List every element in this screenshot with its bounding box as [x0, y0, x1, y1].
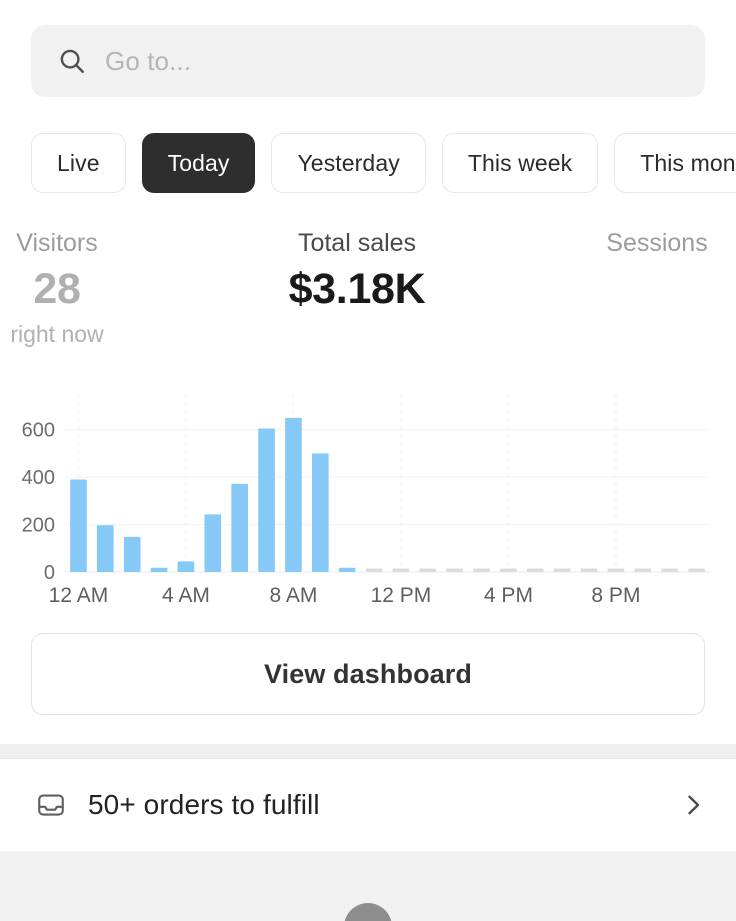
view-dashboard-button[interactable]: View dashboard	[31, 633, 705, 715]
metric-label-visitors: Visitors	[0, 226, 207, 260]
y-axis-tick-label: 600	[22, 420, 55, 442]
chart-bar	[393, 569, 410, 573]
section-divider-band	[0, 744, 736, 759]
chart-bar	[366, 569, 383, 573]
x-axis-tick-label: 12 AM	[49, 584, 109, 607]
metric-label-total-sales: Total sales	[207, 226, 507, 260]
metric-sub-visitors: right now	[0, 318, 207, 350]
chip-this-week-label: This week	[468, 150, 572, 177]
chart-bar	[473, 569, 490, 573]
search-placeholder: Go to...	[105, 46, 191, 77]
chart-bar	[204, 514, 221, 572]
chart-bar	[608, 569, 625, 573]
chart-bar	[634, 569, 651, 573]
chip-today[interactable]: Today	[142, 133, 256, 193]
chip-live-label: Live	[57, 150, 100, 177]
chart-bar	[419, 569, 436, 573]
chart-bar	[527, 569, 544, 573]
chart-bar	[581, 569, 598, 573]
chip-this-month[interactable]: This month	[614, 133, 736, 193]
chart-bar	[312, 453, 329, 572]
view-dashboard-label: View dashboard	[264, 659, 472, 690]
chart-bar	[124, 537, 141, 572]
chart-bar	[231, 484, 248, 572]
metrics-carousel[interactable]: Visitors 28 right now Total sales $3.18K…	[0, 218, 736, 368]
chart-bar	[661, 569, 678, 573]
metric-value-total-sales: $3.18K	[207, 260, 507, 318]
chart-bar	[554, 569, 571, 573]
x-axis-tick-label: 8 AM	[270, 584, 318, 607]
metric-value-visitors: 28	[0, 260, 207, 318]
search-icon	[57, 46, 87, 76]
chevron-right-icon[interactable]	[680, 792, 706, 818]
y-axis-tick-label: 400	[22, 467, 55, 489]
y-axis-tick-label: 0	[44, 562, 55, 584]
metric-card-total-sales[interactable]: Total sales $3.18K	[207, 218, 507, 318]
home-screen: Go to... Live Today Yesterday This week …	[0, 0, 736, 921]
chart-bar	[258, 429, 275, 572]
chart-bar	[500, 569, 517, 573]
chart-bar	[339, 568, 356, 572]
chart-bar	[688, 569, 705, 573]
chip-today-label: Today	[168, 150, 230, 177]
chart-canvas: 0 200 400 600 12 AM 4 AM 8 AM 12 PM 4 PM 8 PM	[0, 388, 736, 608]
chart-bar	[446, 569, 463, 573]
chart-bar	[285, 418, 302, 572]
search-input[interactable]: Go to...	[31, 25, 705, 97]
orders-to-fulfill-label: 50+ orders to fulfill	[88, 789, 680, 821]
chart-bar	[70, 480, 87, 572]
chart-bar	[97, 525, 114, 572]
metric-label-sessions: Sessions	[507, 226, 736, 260]
hourly-sales-bar-chart: 0 200 400 600 12 AM 4 AM 8 AM 12 PM 4 PM 8 PM	[0, 388, 736, 608]
chart-bar	[178, 561, 195, 572]
x-axis-tick-label: 4 PM	[484, 584, 533, 607]
chip-this-week[interactable]: This week	[442, 133, 598, 193]
x-axis-tick-label: 8 PM	[591, 584, 640, 607]
chip-yesterday-label: Yesterday	[297, 150, 399, 177]
metric-card-visitors[interactable]: Visitors 28 right now	[0, 218, 207, 350]
chip-live[interactable]: Live	[31, 133, 126, 193]
chip-this-month-label: This month	[640, 150, 736, 177]
x-axis-tick-label: 12 PM	[371, 584, 432, 607]
y-axis-tick-label: 200	[22, 515, 55, 537]
x-axis-tick-label: 4 AM	[162, 584, 210, 607]
orders-to-fulfill-row[interactable]: 50+ orders to fulfill	[0, 759, 736, 851]
date-range-filter-chips[interactable]: Live Today Yesterday This week This mont…	[31, 133, 736, 193]
inbox-icon	[36, 790, 66, 820]
chart-bar	[151, 568, 168, 572]
chip-yesterday[interactable]: Yesterday	[271, 133, 425, 193]
metric-card-sessions[interactable]: Sessions	[507, 218, 736, 260]
